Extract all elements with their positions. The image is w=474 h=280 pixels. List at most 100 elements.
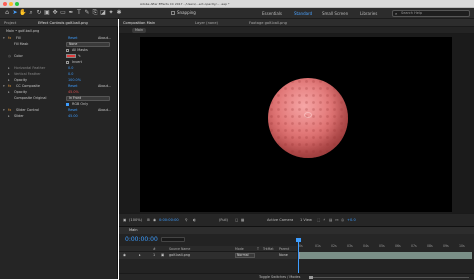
ruler-tick: 07s <box>411 244 417 248</box>
zoom-dropdown[interactable]: (100%) <box>129 218 142 223</box>
roto-brush-tool-icon[interactable]: ✦ <box>107 9 115 17</box>
layer-row[interactable]: ◉ ▸ 1 ▣ golf-ball.png Normal None <box>119 252 297 259</box>
time-ruler[interactable]: 0s 01s 02s 03s 04s 05s 06s 07s 08s 09s 1… <box>297 234 474 252</box>
effect-controls-breadcrumb: Main • golf-ball.png <box>0 28 118 34</box>
expand-triangle-icon[interactable]: ▸ <box>139 252 141 259</box>
hand-tool-icon[interactable]: ✋ <box>19 9 27 17</box>
ruler-tick: 09s <box>443 244 449 248</box>
type-tool-icon[interactable]: T <box>75 9 83 17</box>
golf-ball-logo <box>304 112 312 118</box>
pan-behind-tool-icon[interactable]: ✥ <box>51 9 59 17</box>
snapping-checkbox[interactable] <box>171 11 175 15</box>
layer-parent-dropdown[interactable]: None <box>279 252 288 259</box>
golf-ball-layer[interactable] <box>268 78 348 158</box>
visibility-eye-icon[interactable]: ◉ <box>123 252 126 259</box>
zoom-tool-icon[interactable]: ⌕ <box>27 9 35 17</box>
timeline-panel: Main 0:00:00:00 # Source Name Mode T Trk… <box>119 226 474 280</box>
brush-tool-icon[interactable]: ✎ <box>83 9 91 17</box>
zoom-window-icon[interactable] <box>15 2 19 6</box>
tab-layer[interactable]: Layer (none) <box>195 20 218 26</box>
slider-value[interactable]: 45.00 <box>68 113 78 119</box>
clone-stamp-tool-icon[interactable]: ⎘ <box>91 9 99 17</box>
layer-index: 1 <box>153 253 156 257</box>
minimize-window-icon[interactable] <box>9 2 13 6</box>
layer-mode-dropdown[interactable]: Normal <box>235 253 255 258</box>
selection-tool-icon[interactable]: ➤ <box>11 9 19 17</box>
layer-name[interactable]: golf-ball.png <box>169 252 190 259</box>
region-of-interest-icon[interactable]: ▢ <box>235 218 238 223</box>
resolution-dropdown[interactable]: (Full) <box>219 218 228 223</box>
puppet-tool-icon[interactable]: ✱ <box>115 9 123 17</box>
tab-composition-main[interactable]: Composition Main <box>123 20 155 26</box>
workspace-standard[interactable]: Standard <box>294 11 312 16</box>
window-title: Adobe After Effects CC 2017 - /Users/...… <box>140 2 230 6</box>
mask-tool-icon[interactable]: ▭ <box>59 9 67 17</box>
golf-ball-dimples <box>268 78 348 158</box>
workspace-essentials[interactable]: Essentials <box>262 11 282 16</box>
expand-triangle-icon[interactable]: ▸ <box>8 113 10 119</box>
left-panel-tabs: Project Effect Controls golf-ball.png <box>0 19 118 27</box>
workspace-libraries[interactable]: Libraries <box>360 11 377 16</box>
ruler-tick: 0s <box>299 244 303 248</box>
timeline-timecode[interactable]: 0:00:00:00 <box>125 236 158 243</box>
exposure-reset-icon[interactable]: ◎ <box>341 218 344 223</box>
composition-canvas[interactable] <box>140 37 452 212</box>
tab-project[interactable]: Project <box>4 20 16 26</box>
viewer-timecode[interactable]: 0:00:00:00 <box>159 218 179 223</box>
safe-zones-icon[interactable]: ⊞ <box>147 218 150 223</box>
fill-mask-value: None <box>69 41 78 46</box>
invert-checkbox[interactable] <box>66 60 69 64</box>
snapping-toggle[interactable]: Snapping <box>171 10 196 15</box>
fill-mask-dropdown[interactable]: None <box>66 41 110 47</box>
ruler-tick: 10s <box>459 244 465 248</box>
camera-snapshot-icon[interactable]: ⚲ <box>185 218 188 223</box>
effect-controls-panel: Project Effect Controls golf-ball.png Ma… <box>0 19 118 279</box>
tools-panel: ⌂ ➤ ✋ ⌕ ↻ ▣ ✥ ▭ ✒ T ✎ ⎘ ◪ ✦ ✱ Snapping E… <box>0 8 474 19</box>
composition-viewer-controls: ▣ (100%) ⊞ ◉ 0:00:00:00 ⚲ ◐ (Full) ▢ ▦ A… <box>119 213 474 226</box>
composite-original-value: In Front <box>69 95 82 100</box>
search-help-field[interactable]: ⌕ Search Help <box>392 10 470 17</box>
workspace-small-screen[interactable]: Small Screen <box>322 11 348 16</box>
ruler-tick: 01s <box>315 244 321 248</box>
timeline-zoom-slider[interactable] <box>309 276 469 279</box>
color-swatch[interactable] <box>66 54 76 58</box>
rotate-tool-icon[interactable]: ↻ <box>35 9 43 17</box>
pen-tool-icon[interactable]: ✒ <box>67 9 75 17</box>
slider-row: ▸ Slider 45.00 <box>0 113 118 119</box>
close-window-icon[interactable] <box>3 2 7 6</box>
transparency-grid-icon[interactable]: ▦ <box>241 218 244 223</box>
tab-footage[interactable]: Footage golf-ball.png <box>249 20 287 26</box>
view-layout-dropdown[interactable]: 1 View <box>300 218 312 223</box>
always-preview-icon[interactable]: ▣ <box>123 218 126 223</box>
all-masks-checkbox[interactable] <box>66 48 69 52</box>
ruler-tick: 02s <box>331 244 337 248</box>
search-placeholder: Search Help <box>401 11 423 15</box>
3d-view-dropdown[interactable]: Active Camera <box>267 218 293 223</box>
show-channel-icon[interactable]: ◐ <box>193 218 196 223</box>
ruler-tick: 08s <box>427 244 433 248</box>
timeline-icon[interactable]: ▤ <box>329 218 332 223</box>
ruler-tick: 05s <box>379 244 385 248</box>
eraser-tool-icon[interactable]: ◪ <box>99 9 107 17</box>
snapping-label: Snapping <box>177 10 196 15</box>
camera-tool-icon[interactable]: ▣ <box>43 9 51 17</box>
tab-timeline-main[interactable]: Main <box>129 228 138 233</box>
image-layer-icon: ▣ <box>161 253 165 257</box>
flowchart-icon[interactable]: ⊶ <box>335 218 339 223</box>
fast-previews-icon[interactable]: ⚡ <box>323 218 326 223</box>
search-icon: ⌕ <box>395 11 398 16</box>
ruler-tick: 04s <box>363 244 369 248</box>
snapshot-icon[interactable]: ◉ <box>153 218 156 223</box>
composition-viewer[interactable] <box>119 34 474 213</box>
playhead-handle[interactable] <box>296 238 301 242</box>
composite-original-dropdown[interactable]: In Front <box>66 95 110 101</box>
tab-effect-controls[interactable]: Effect Controls golf-ball.png <box>38 20 88 26</box>
home-icon[interactable]: ⌂ <box>3 9 11 17</box>
composition-breadcrumb[interactable]: Main <box>132 28 147 33</box>
toggle-switches-modes-button[interactable]: Toggle Switches / Modes <box>259 275 300 280</box>
timeline-search-input[interactable] <box>161 237 185 242</box>
exposure-value[interactable]: +0.0 <box>347 218 356 223</box>
layer-duration-bar[interactable] <box>299 252 472 259</box>
rgb-only-checkbox[interactable] <box>66 102 69 106</box>
pixel-aspect-icon[interactable]: ⬚ <box>317 218 320 223</box>
